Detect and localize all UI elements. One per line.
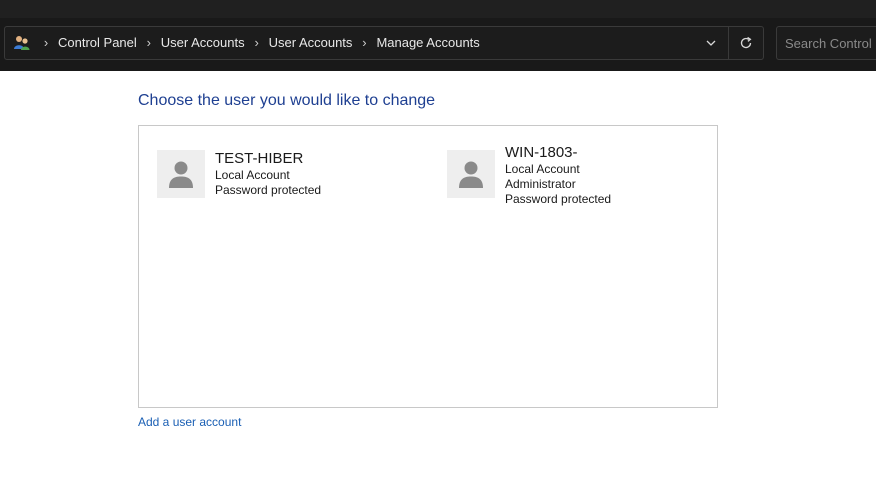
breadcrumb-separator-icon[interactable]: › xyxy=(39,27,53,59)
account-role: Administrator xyxy=(505,177,576,191)
account-tile-win-1803[interactable]: WIN-1803- Local Account Administrator Pa… xyxy=(447,144,611,207)
breadcrumb-separator-icon[interactable]: › xyxy=(357,27,371,59)
breadcrumb-control-panel[interactable]: Control Panel xyxy=(53,27,142,59)
add-user-account-link[interactable]: Add a user account xyxy=(138,415,241,429)
user-accounts-icon xyxy=(5,27,39,59)
navigation-bar: › Control Panel › User Accounts › User A… xyxy=(0,18,876,71)
address-bar[interactable]: › Control Panel › User Accounts › User A… xyxy=(4,26,764,60)
account-tile-test-hiber[interactable]: TEST-HIBER Local Account Password protec… xyxy=(157,150,321,198)
breadcrumb-manage-accounts[interactable]: Manage Accounts xyxy=(371,27,484,59)
breadcrumb-separator-icon[interactable]: › xyxy=(142,27,156,59)
account-details[interactable]: TEST-HIBER Local Account Password protec… xyxy=(215,150,321,198)
refresh-icon xyxy=(740,36,752,49)
account-password-status: Password protected xyxy=(505,192,612,206)
accounts-list: TEST-HIBER Local Account Password protec… xyxy=(138,125,718,408)
account-type: Local Account xyxy=(215,168,290,182)
window-title-strip xyxy=(0,0,876,18)
breadcrumb-user-accounts-category[interactable]: User Accounts xyxy=(156,27,250,59)
account-details[interactable]: WIN-1803- Local Account Administrator Pa… xyxy=(505,144,611,207)
search-box[interactable] xyxy=(776,26,876,60)
user-avatar-icon[interactable] xyxy=(447,150,495,198)
refresh-button[interactable] xyxy=(729,27,763,59)
user-avatar-icon[interactable] xyxy=(157,150,205,198)
address-history-dropdown-button[interactable] xyxy=(694,27,728,59)
chevron-down-icon xyxy=(706,40,716,46)
account-password-status: Password protected xyxy=(215,183,322,197)
account-name[interactable]: TEST-HIBER xyxy=(215,150,321,168)
breadcrumb-separator-icon[interactable]: › xyxy=(250,27,264,59)
search-input[interactable] xyxy=(777,27,876,59)
breadcrumb-user-accounts[interactable]: User Accounts xyxy=(264,27,358,59)
page-heading: Choose the user you would like to change xyxy=(138,92,436,109)
account-name[interactable]: WIN-1803- xyxy=(505,144,611,162)
account-type: Local Account xyxy=(505,162,580,176)
